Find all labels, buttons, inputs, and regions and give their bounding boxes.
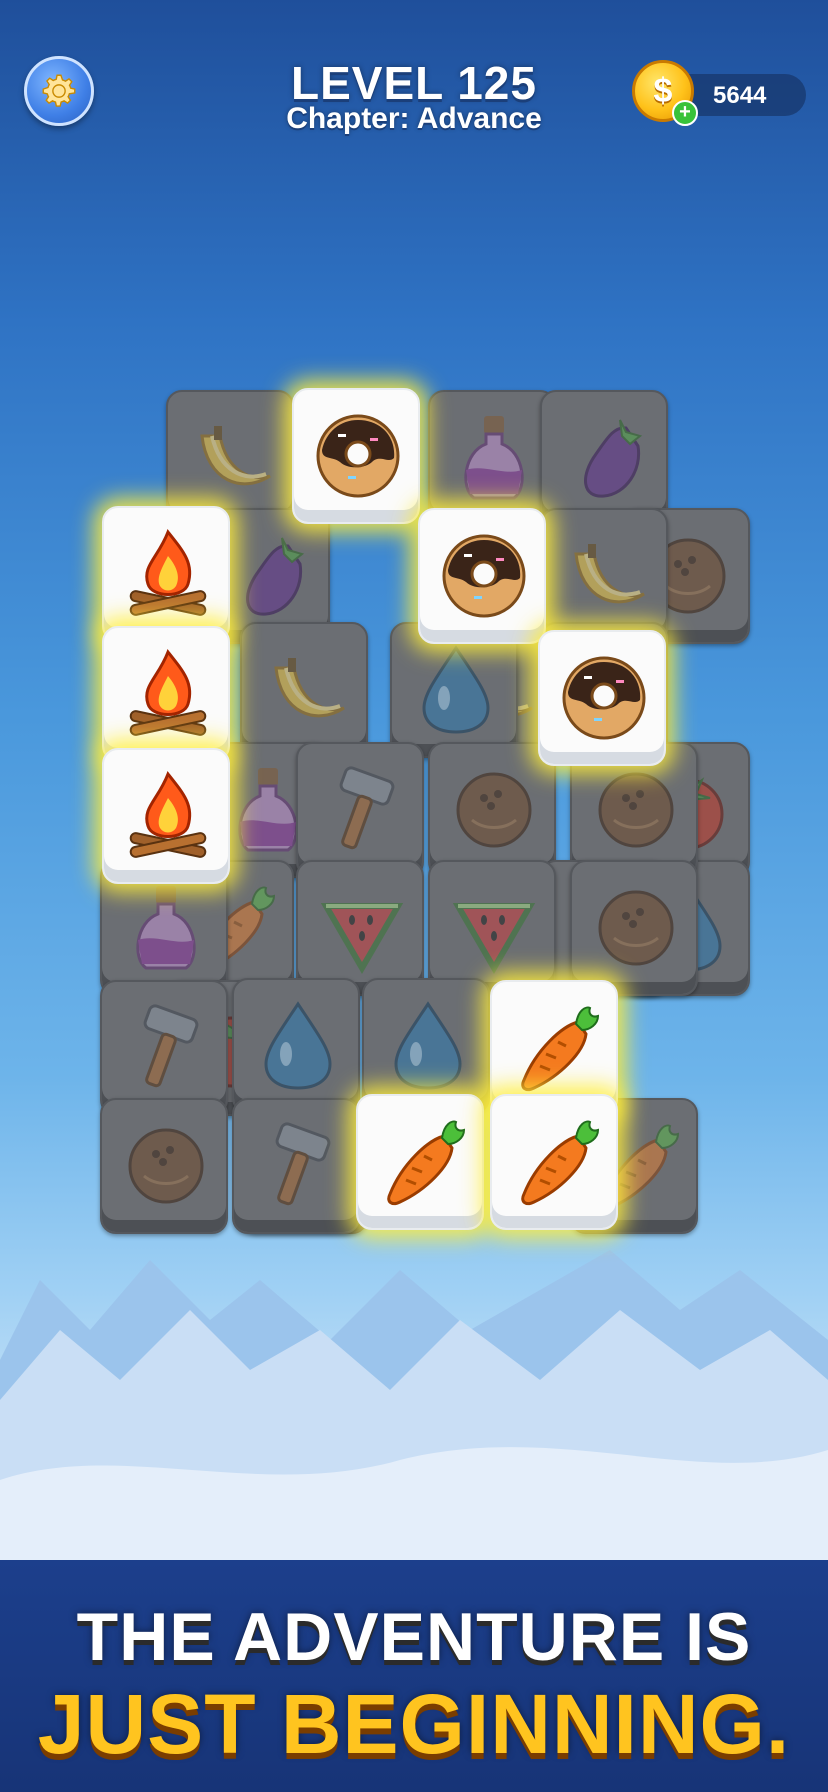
donut-icon xyxy=(316,414,400,498)
coconut-icon xyxy=(128,1128,204,1204)
tile-potion xyxy=(428,390,556,526)
tile-donut[interactable] xyxy=(292,388,420,524)
water-drop-icon xyxy=(394,1001,462,1090)
potion-icon xyxy=(136,886,196,970)
carrot-icon xyxy=(387,1120,466,1206)
water-drop-icon xyxy=(422,645,490,734)
donut-icon xyxy=(442,534,526,618)
tile-campfire[interactable] xyxy=(102,626,230,762)
banana-icon xyxy=(274,658,345,718)
campfire-icon xyxy=(129,771,207,858)
coconut-icon xyxy=(456,772,532,848)
banner-subheadline: JUST BEGINNING. xyxy=(37,1677,791,1771)
tile-campfire[interactable] xyxy=(102,506,230,642)
carrot-icon xyxy=(521,1120,600,1206)
tile-hammer xyxy=(232,1098,360,1234)
coconut-icon xyxy=(598,890,674,966)
tile-watermelon xyxy=(296,860,424,996)
hammer-icon xyxy=(143,1004,199,1088)
tile-water-drop xyxy=(232,978,360,1114)
tile-board xyxy=(0,0,828,1300)
tile-donut[interactable] xyxy=(538,630,666,766)
tile-banana xyxy=(240,622,368,758)
tile-coconut xyxy=(570,860,698,996)
eggplant-icon xyxy=(246,537,305,616)
potion-icon xyxy=(464,416,524,500)
tile-coconut xyxy=(100,1098,228,1234)
campfire-icon xyxy=(129,649,207,736)
tile-campfire[interactable] xyxy=(102,748,230,884)
tile-hammer xyxy=(100,980,228,1116)
campfire-icon xyxy=(129,529,207,616)
eggplant-icon xyxy=(584,419,643,498)
tile-carrot[interactable] xyxy=(490,1094,618,1230)
water-drop-icon xyxy=(264,1001,332,1090)
donut-icon xyxy=(562,656,646,740)
tile-donut[interactable] xyxy=(418,508,546,644)
watermelon-icon xyxy=(452,903,536,974)
coconut-icon xyxy=(598,772,674,848)
hammer-icon xyxy=(339,766,395,850)
tile-watermelon xyxy=(428,860,556,996)
banana-icon xyxy=(200,426,271,486)
banner-headline: THE ADVENTURE IS xyxy=(76,1599,752,1675)
tile-hammer xyxy=(296,742,424,878)
carrot-icon xyxy=(521,1006,600,1092)
hammer-icon xyxy=(275,1122,331,1206)
tile-eggplant xyxy=(540,390,668,526)
watermelon-icon xyxy=(320,903,404,974)
tile-carrot[interactable] xyxy=(356,1094,484,1230)
banana-icon xyxy=(574,544,645,604)
tile-coconut xyxy=(428,742,556,878)
